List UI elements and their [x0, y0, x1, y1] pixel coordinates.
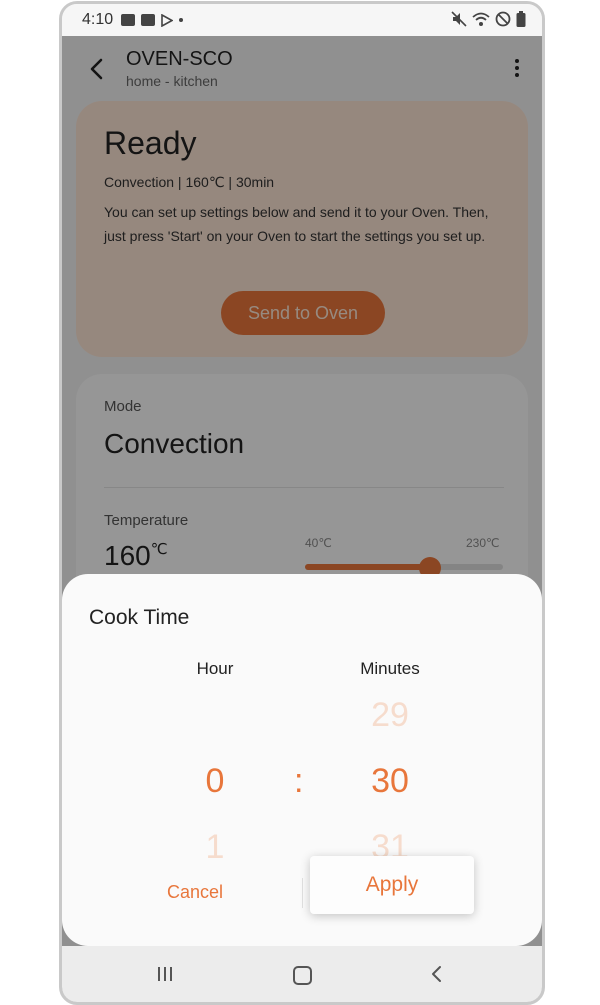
- minute-selected[interactable]: 30: [330, 762, 450, 801]
- mute-icon: [451, 11, 467, 27]
- minute-previous[interactable]: 29: [330, 696, 450, 735]
- minutes-column-label: Minutes: [360, 659, 420, 678]
- hour-selected[interactable]: 0: [155, 762, 275, 801]
- dot-icon: [179, 18, 184, 22]
- hour-next[interactable]: 1: [155, 828, 275, 867]
- play-store-icon: [161, 13, 174, 27]
- do-not-disturb-icon: [495, 11, 511, 27]
- cook-time-sheet: Cook Time Hour Minutes 0 1 : 29 30 31 Ca…: [62, 574, 542, 946]
- hour-column-label: Hour: [196, 659, 234, 678]
- button-divider: [302, 878, 303, 908]
- nav-back-icon[interactable]: [428, 964, 446, 984]
- wifi-icon: [472, 12, 490, 26]
- status-bar: 4:10: [62, 4, 542, 36]
- status-time: 4:10: [82, 11, 114, 28]
- youtube-icon: [141, 14, 156, 26]
- cancel-button[interactable]: Cancel: [150, 874, 240, 910]
- battery-icon: [516, 11, 526, 27]
- sheet-title: Cook Time: [89, 606, 190, 629]
- time-separator: :: [294, 762, 304, 800]
- gallery-icon: [121, 14, 136, 26]
- phone-frame: 4:10 OVEN-SCO home - kitchen Ready Conve…: [59, 1, 545, 1005]
- apply-button[interactable]: Apply: [310, 856, 474, 914]
- home-icon[interactable]: [293, 966, 312, 985]
- recent-apps-icon[interactable]: [158, 967, 176, 981]
- navigation-bar: [62, 946, 542, 1002]
